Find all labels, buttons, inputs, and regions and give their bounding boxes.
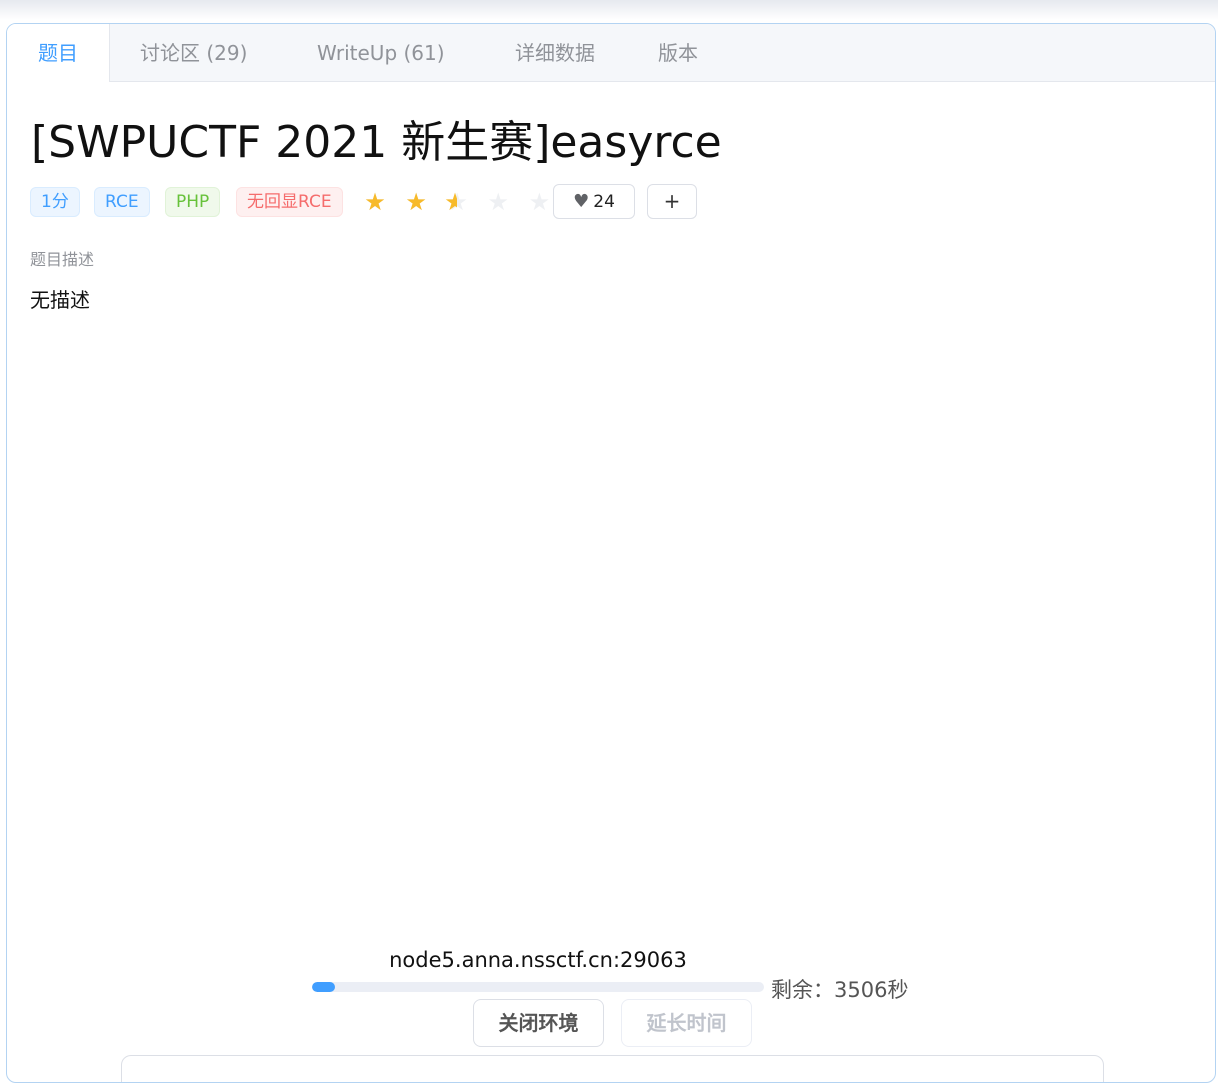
tab-bar: 题目 讨论区 (29) WriteUp (61) 详细数据 版本 bbox=[7, 24, 1215, 82]
add-button[interactable]: + bbox=[647, 184, 697, 219]
difficulty-rating[interactable]: ★★ ★★ ★★ ★★ ★★ bbox=[362, 188, 562, 216]
description-label: 题目描述 bbox=[30, 250, 95, 269]
star-icon[interactable]: ★★ bbox=[362, 188, 388, 216]
remaining-progress-fill bbox=[312, 982, 335, 992]
remaining-time: 剩余：3506秒 bbox=[771, 978, 909, 1002]
environment-host: node5.anna.nssctf.cn:29063 bbox=[389, 948, 687, 972]
like-button[interactable]: ♥ 24 bbox=[553, 184, 635, 219]
tab-discussion[interactable]: 讨论区 (29) bbox=[140, 24, 247, 82]
star-icon[interactable]: ★★ bbox=[526, 188, 552, 216]
tab-version[interactable]: 版本 bbox=[658, 24, 698, 82]
star-icon[interactable]: ★★ bbox=[403, 188, 429, 216]
star-icon[interactable]: ★★ bbox=[485, 188, 511, 216]
tab-writeup[interactable]: WriteUp (61) bbox=[317, 24, 445, 82]
extend-time-button[interactable]: 延长时间 bbox=[621, 999, 752, 1047]
tab-details[interactable]: 详细数据 bbox=[515, 24, 595, 82]
remaining-progress-bar bbox=[312, 982, 764, 992]
star-icon[interactable]: ★★ bbox=[444, 188, 470, 216]
close-environment-button[interactable]: 关闭环境 bbox=[473, 999, 604, 1047]
description-text: 无描述 bbox=[30, 288, 90, 312]
tab-problem[interactable]: 题目 bbox=[7, 24, 110, 82]
top-shadow bbox=[0, 0, 1218, 20]
flag-input-container[interactable] bbox=[121, 1055, 1104, 1082]
tag-no-echo-rce: 无回显RCE bbox=[236, 187, 343, 217]
problem-card: 题目 讨论区 (29) WriteUp (61) 详细数据 版本 [SWPUCT… bbox=[6, 23, 1216, 1083]
page-title: [SWPUCTF 2021 新生赛]easyrce bbox=[31, 117, 722, 168]
tag-rce: RCE bbox=[94, 187, 150, 217]
like-count: 24 bbox=[593, 192, 615, 212]
tag-score: 1分 bbox=[30, 187, 80, 217]
heart-icon: ♥ bbox=[573, 191, 590, 212]
tag-php: PHP bbox=[165, 187, 221, 217]
